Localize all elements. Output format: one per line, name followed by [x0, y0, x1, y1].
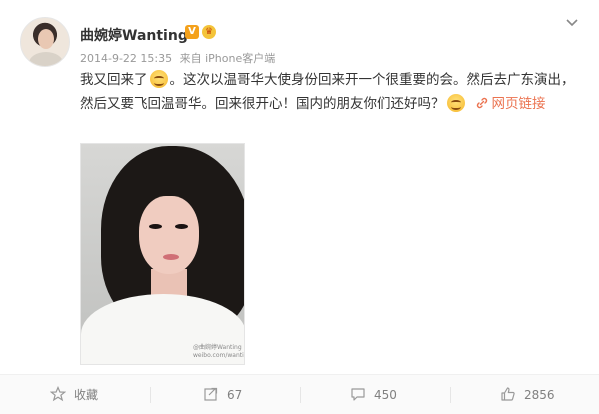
smile-emoji-icon — [149, 70, 168, 88]
comment-icon — [351, 388, 365, 401]
comment-count: 450 — [374, 388, 397, 402]
favorite-button[interactable]: 收藏 — [49, 375, 99, 414]
post-image[interactable]: @曲婉婷Wanting weibo.com/wanting — [80, 143, 245, 365]
web-link[interactable]: 网页链接 — [492, 96, 546, 112]
smile-emoji-icon — [446, 94, 465, 112]
avatar[interactable] — [20, 17, 70, 67]
photo-lips — [163, 254, 179, 260]
avatar-face — [38, 29, 54, 49]
divider — [150, 387, 151, 403]
like-button[interactable]: 2856 — [500, 375, 555, 414]
comment-button[interactable]: 450 — [350, 375, 397, 414]
thumbs-up-icon — [501, 387, 515, 401]
star-icon — [49, 385, 67, 402]
like-count: 2856 — [524, 388, 555, 402]
username[interactable]: 曲婉婷Wanting — [80, 25, 188, 45]
post-source: 来自 iPhone客户端 — [179, 52, 276, 65]
divider — [300, 387, 301, 403]
post-meta: 2014-9-22 15:35 来自 iPhone客户端 — [80, 50, 275, 66]
photo-eye — [149, 224, 162, 229]
image-watermark-line2: weibo.com/wanting — [193, 352, 244, 359]
image-watermark-line1: @曲婉婷Wanting — [193, 344, 242, 351]
post-text-part1: 我又回来了 — [80, 72, 148, 88]
avatar-body — [29, 52, 63, 66]
photo-eye — [175, 224, 188, 229]
post-text: 我又回来了 。这次以温哥华大使身份回来开一个很重要的会。然后去广东演出，然后又要飞… — [80, 68, 580, 116]
verified-badge: V — [185, 25, 199, 39]
repost-count: 67 — [227, 388, 243, 402]
repost-icon — [204, 387, 218, 401]
photo-face — [139, 196, 199, 274]
action-bar: 收藏 67 450 2856 — [0, 374, 599, 414]
weibo-post-card: 曲婉婷Wanting V ♛ 2014-9-22 15:35 来自 iPhone… — [0, 0, 599, 414]
divider — [450, 387, 451, 403]
chevron-down-icon[interactable] — [565, 18, 579, 28]
post-timestamp[interactable]: 2014-9-22 15:35 — [80, 52, 172, 65]
crown-icon: ♛ — [202, 25, 216, 39]
image-watermark: @曲婉婷Wanting weibo.com/wanting — [193, 344, 244, 360]
link-icon — [476, 97, 487, 109]
repost-button[interactable]: 67 — [203, 375, 242, 414]
favorite-label: 收藏 — [74, 388, 99, 402]
